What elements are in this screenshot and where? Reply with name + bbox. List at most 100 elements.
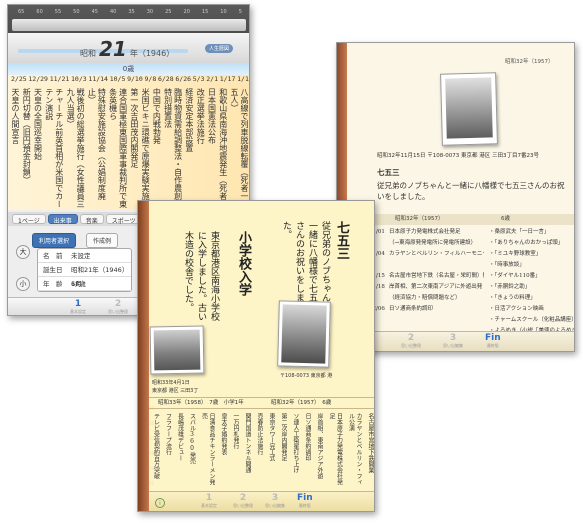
- event-entry: 長嶋茂雄デビュー: [176, 413, 184, 461]
- events-timeline[interactable]: 2/25 12/29 11/21 10/3 11/14 10/5 9/10 9/8 6/28 6/…: [8, 75, 249, 210]
- event-entry[interactable]: 天皇の全国巡幸開始: [33, 88, 43, 208]
- table-row: （経済協力・賠償問題など） ・「きょうの料理」: [369, 293, 574, 304]
- font-small-button[interactable]: 小: [16, 277, 30, 291]
- bottom-tab-number: 2: [407, 333, 415, 343]
- form-label: 年 齢: [43, 280, 63, 288]
- event-entry[interactable]: 新円切替（旧円預金封鎖）: [21, 88, 31, 208]
- photo-caption: 昭和32年11月15日 〒108-0073 東京都 港区 三田3丁目7番23号: [377, 153, 539, 159]
- event-entry: 日ソ通商条約調印: [304, 413, 311, 461]
- world-event-text: ・「時事放談」: [489, 262, 525, 268]
- bottom-tab-label: 思い出編集: [265, 503, 285, 508]
- event-entry[interactable]: 連合国軍極東国際軍事裁判所で東条英機ら: [108, 88, 128, 208]
- form-label: 名 前: [43, 252, 63, 260]
- bottom-tab[interactable]: 3 思い出編集: [443, 333, 463, 349]
- event-date: 9/8: [144, 75, 157, 83]
- table-row: 11/04カラヤンとベルリン・フィルハーモニー、日比谷で初公演・「ミユキ野球教室…: [369, 249, 574, 260]
- kimono-girl-photo-image: [445, 77, 493, 139]
- event-date: 12/29: [28, 75, 48, 83]
- bottom-tab-number: Fin: [297, 493, 313, 503]
- memory-text-left: 東京都港区南海小学校に入学しました。古い木造の校舎でした。: [183, 231, 219, 321]
- memory-title-left: 小学校入学: [236, 231, 251, 296]
- event-text: （→東海原発発電所に発電所建設）: [389, 240, 477, 246]
- tab-3[interactable]: 音楽: [79, 214, 104, 225]
- life-calendar-button[interactable]: 人生暦図: [205, 44, 234, 53]
- bottom-tab-label: 基本設定: [201, 503, 217, 508]
- event-entry[interactable]: 日本国憲法公布: [206, 88, 216, 208]
- events-table-header: 昭和32年（1957） 6歳: [367, 214, 574, 225]
- bottom-tab-label: 基本設定: [70, 309, 86, 314]
- bottom-tab[interactable]: 2 思い出整理: [108, 299, 128, 315]
- event-entry: ソ連人工衛星打ち上げ: [292, 413, 299, 473]
- era-name: 昭和: [80, 49, 96, 58]
- event-date: 5/3: [192, 75, 205, 83]
- tab-1[interactable]: 1ページ: [12, 214, 46, 225]
- memory-photo-left[interactable]: [149, 325, 205, 375]
- ruler-tick-label: 35: [128, 9, 135, 15]
- form-value[interactable]: 68歳: [71, 277, 86, 291]
- event-date: 2/25: [11, 75, 27, 83]
- photo-caption-left-date: 昭和33年4月1日: [152, 380, 190, 386]
- bottom-tab-label: 思い出整理: [401, 343, 421, 348]
- profile-form: 名 前未設定 誕生日 昭和21年（1946）1月年 齢 68歳: [37, 248, 132, 292]
- table-row: 11/01 日本原子力発電株式会社発足 ・桑原武夫「一日一言」: [369, 227, 574, 238]
- event-entry[interactable]: 中国で内戦勃発: [151, 88, 161, 208]
- bottom-tab-label: 思い出整理: [233, 503, 253, 508]
- event-entry[interactable]: 天皇の人間宣言: [10, 88, 20, 208]
- info-icon[interactable]: i: [155, 498, 165, 508]
- event-entry: 日清食品チキンラーメン発売: [200, 413, 216, 485]
- event-entry[interactable]: チャーチル前英首相が米国でカーテン演説: [44, 88, 64, 208]
- event-entry: 関門国道トンネル開通: [244, 413, 251, 473]
- bottom-tab-number: 2: [239, 493, 247, 503]
- form-value[interactable]: 未設定: [71, 249, 91, 263]
- photo-caption-left-place: 東京都 港区 三田3丁: [152, 388, 199, 394]
- bottom-tab[interactable]: 1基本設定: [70, 299, 86, 315]
- bottom-tab-bar: 1基本設定2思い出整理3思い出編集Fin最終版: [347, 331, 574, 351]
- age-ruler[interactable]: [12, 19, 246, 31]
- bottom-tab[interactable]: 2 思い出整理: [401, 333, 421, 349]
- event-entry[interactable]: 経済安定本部設置: [184, 88, 194, 208]
- bottom-tab[interactable]: Fin 最終版: [297, 493, 313, 509]
- bottom-tab[interactable]: 3 思い出編集: [265, 493, 285, 509]
- bottom-tab[interactable]: Fin 最終版: [485, 333, 501, 349]
- bottom-tab-bar: i 1 基本設定 2 思い出整理 3 思い出編集 Fin 最終版: [149, 491, 374, 511]
- event-entry[interactable]: 戦後初の総選挙施行（女性議員三九人当選）: [65, 88, 85, 208]
- event-entry[interactable]: 米国ビキニ環礁で原爆実験実施: [140, 88, 150, 208]
- form-row[interactable]: 年 齢 68歳: [38, 277, 131, 291]
- memory-photo[interactable]: [440, 72, 498, 146]
- create-example-button[interactable]: 作成例: [86, 233, 119, 248]
- form-row[interactable]: 名 前未設定: [38, 249, 131, 263]
- events-table: 11/01 日本原子力発電株式会社発足 ・桑原武夫「一日一言」 （→東海原発発電所に発…: [369, 227, 574, 334]
- memory-photo-right[interactable]: [277, 300, 331, 368]
- event-entry: テレビ受信契約百万突破: [152, 413, 160, 479]
- ruler-tick-label: 5: [238, 9, 242, 15]
- bottom-tab[interactable]: 1基本設定: [201, 493, 217, 509]
- ruler-tick-label: 15: [201, 9, 209, 15]
- event-entry: 東京タワー完工式: [268, 413, 275, 461]
- event-date: 1/17: [219, 75, 236, 83]
- event-dates-row: 2/25 12/29 11/21 10/3 11/14 10/5 9/10 9/8 6/28 6/…: [11, 75, 249, 87]
- memory-text: 従兄弟のノブちゃんと一緒に八幡様で七五三さんのお祝いをしました。: [377, 181, 565, 201]
- event-entry: 第二次岸内閣発足: [280, 413, 287, 461]
- event-entry[interactable]: 特殊慰安施設協会（公娼制度廃止）: [86, 88, 106, 208]
- ruler-tick-label: 25: [165, 9, 172, 15]
- event-entry[interactable]: 第一次吉田茂内閣発足: [129, 88, 139, 208]
- event-date: 10/3: [71, 75, 87, 83]
- font-large-button[interactable]: 大: [16, 245, 30, 259]
- ruler-tick-label: 55: [54, 9, 62, 15]
- event-entry[interactable]: 和歌山県南海沖地震発生（死者: [218, 88, 228, 208]
- bottom-tab-label: 最終版: [486, 343, 499, 348]
- event-entry[interactable]: 改正選挙法施行: [195, 88, 205, 208]
- tab-2[interactable]: 出来事: [47, 214, 78, 225]
- event-entry[interactable]: 八高線で列車脱線転覆（死者一八五人）: [229, 88, 249, 208]
- event-entry[interactable]: 臨時物資需給調整法・自作農創設特別措置法: [163, 88, 183, 208]
- event-date: 6/26: [175, 75, 192, 83]
- event-date: 6/28: [157, 75, 174, 83]
- user-select-button[interactable]: 利用者選択: [32, 233, 77, 248]
- bottom-tab-label: 思い出整理: [108, 309, 128, 314]
- bottom-tab[interactable]: 2 思い出整理: [233, 493, 253, 509]
- era-year-suffix: 年（1946）: [129, 49, 175, 58]
- book-spine: [138, 201, 149, 511]
- bottom-tab-number: Fin: [485, 333, 501, 343]
- event-columns: 八高線で列車脱線転覆（死者一八五人） 和歌山県南海沖地震発生（死者 日本国憲法公布改…: [10, 88, 249, 208]
- form-row[interactable]: 誕生日 昭和21年（1946）1月: [38, 263, 131, 288]
